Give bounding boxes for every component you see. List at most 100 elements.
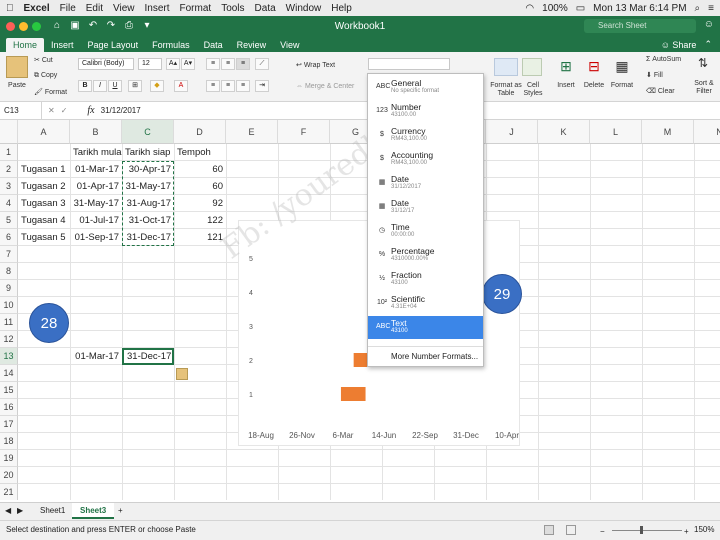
number-format-item-text[interactable]: ABC Text 43100 (368, 316, 483, 339)
underline-button[interactable]: U (108, 80, 122, 92)
cell-d5[interactable]: 122 (174, 212, 226, 229)
zoom-slider-thumb[interactable] (640, 526, 643, 534)
borders-icon[interactable]: ⊞ (128, 80, 142, 92)
zoom-slider[interactable] (612, 530, 682, 531)
cell-a6[interactable]: Tugasan 5 (18, 229, 70, 246)
align-middle-icon[interactable]: ≡ (221, 58, 235, 70)
align-center-icon[interactable]: ≡ (221, 80, 235, 92)
battery-icon[interactable]: ▭ (576, 3, 585, 14)
row-header-15[interactable]: 15 (0, 382, 18, 399)
insert-cells-button[interactable]: Insert (554, 82, 578, 89)
column-header-k[interactable]: K (538, 120, 590, 144)
bold-button[interactable]: B (78, 80, 92, 92)
add-sheet-button[interactable]: + (110, 503, 131, 519)
spotlight-icon[interactable]: ⌕ (695, 3, 701, 14)
tab-review[interactable]: Review (230, 38, 274, 52)
customize-toolbar-icon[interactable]: ▾ (141, 20, 153, 32)
cell-b13[interactable]: 01-Mar-17 (70, 348, 122, 365)
row-header-1[interactable]: 1 (0, 144, 18, 161)
gantt-bar-1[interactable] (340, 387, 366, 401)
row-header-14[interactable]: 14 (0, 365, 18, 382)
name-box[interactable]: C13 (0, 102, 42, 119)
paste-options-icon[interactable] (176, 368, 188, 380)
align-left-icon[interactable]: ≡ (206, 80, 220, 92)
cell-b6[interactable]: 01-Sep-17 (70, 229, 122, 246)
tab-page-layout[interactable]: Page Layout (81, 38, 146, 52)
row-header-3[interactable]: 3 (0, 178, 18, 195)
sort-filter-icon[interactable]: ⇅ (694, 56, 712, 72)
enter-icon[interactable]: ✓ (61, 106, 68, 115)
row-header-17[interactable]: 17 (0, 416, 18, 433)
cell-a4[interactable]: Tugasan 3 (18, 195, 70, 212)
row-header-5[interactable]: 5 (0, 212, 18, 229)
format-cells-button[interactable]: Format (608, 82, 636, 89)
merge-center-button[interactable]: ⇔ Merge & Center (296, 83, 354, 90)
tab-home[interactable]: Home (6, 38, 45, 52)
zoom-window-button[interactable] (32, 21, 41, 31)
share-button[interactable]: ☺ Share (661, 40, 697, 52)
home-icon[interactable]: ⌂ (51, 20, 63, 32)
column-header-a[interactable]: A (18, 120, 70, 144)
cell-d2[interactable]: 60 (174, 161, 226, 178)
column-header-m[interactable]: M (642, 120, 694, 144)
menu-view[interactable]: View (113, 3, 135, 14)
cell-c1[interactable]: Tarikh siap (122, 144, 174, 161)
zoom-out-icon[interactable]: − (600, 523, 605, 540)
row-header-16[interactable]: 16 (0, 399, 18, 416)
indent-icon[interactable]: ⇥ (255, 80, 269, 92)
menu-insert[interactable]: Insert (145, 3, 170, 14)
number-format-dropdown[interactable] (368, 58, 450, 70)
delete-cells-button[interactable]: Delete (582, 82, 606, 89)
row-header-12[interactable]: 12 (0, 331, 18, 348)
menu-data[interactable]: Data (255, 3, 276, 14)
collapse-ribbon-icon[interactable]: ⌃ (704, 39, 712, 52)
italic-button[interactable]: I (93, 80, 107, 92)
cut-button[interactable]: ✂ Cut (34, 56, 53, 64)
align-bottom-icon[interactable]: ≡ (236, 58, 250, 70)
insert-cells-icon[interactable]: ⊞ (556, 58, 576, 76)
menu-help[interactable]: Help (331, 3, 352, 14)
next-sheet-icon[interactable]: ▶ (14, 503, 26, 519)
fill-button[interactable]: ⬇ Fill (646, 71, 663, 79)
tab-insert[interactable]: Insert (44, 38, 81, 52)
clear-button[interactable]: ⌫ Clear (646, 87, 675, 95)
cell-b4[interactable]: 31-May-17 (70, 195, 122, 212)
cell-a2[interactable]: Tugasan 1 (18, 161, 70, 178)
menu-format[interactable]: Format (180, 3, 212, 14)
menubar-clock[interactable]: Mon 13 Mar 6:14 PM (593, 3, 686, 14)
row-header-10[interactable]: 10 (0, 297, 18, 314)
prev-sheet-icon[interactable]: ◀ (2, 503, 14, 519)
row-header-6[interactable]: 6 (0, 229, 18, 246)
column-header-d[interactable]: D (174, 120, 226, 144)
sheet-tab-sheet1[interactable]: Sheet1 (32, 503, 73, 519)
decrease-font-icon[interactable]: A▾ (181, 58, 195, 70)
paste-icon[interactable] (6, 56, 28, 78)
row-header-13[interactable]: 13 (0, 348, 18, 365)
number-format-item-fraction[interactable]: ½ Fraction 43100 (368, 268, 483, 291)
sheet-tab-sheet3[interactable]: Sheet3 (72, 503, 115, 519)
redo-icon[interactable]: ↷ (105, 20, 117, 32)
user-icon[interactable]: ☺ (704, 19, 714, 30)
column-header-n[interactable]: N (694, 120, 720, 144)
cell-b3[interactable]: 01-Apr-17 (70, 178, 122, 195)
undo-icon[interactable]: ↶ (87, 20, 99, 32)
cancel-icon[interactable]: ✕ (48, 106, 55, 115)
copy-button[interactable]: ⧉ Copy (34, 72, 57, 80)
font-color-icon[interactable]: A (174, 80, 188, 92)
menu-list-icon[interactable]: ≡ (708, 3, 714, 14)
number-format-item-general[interactable]: ABC General No specific format (368, 76, 483, 99)
menu-window[interactable]: Window (286, 3, 322, 14)
print-icon[interactable]: ⎙ (123, 20, 135, 32)
cell-d4[interactable]: 92 (174, 195, 226, 212)
orientation-icon[interactable]: ⟋ (255, 58, 269, 70)
menu-file[interactable]: File (60, 3, 76, 14)
number-format-item-accounting[interactable]: $ Accounting RM43,100.00 (368, 148, 483, 171)
close-window-button[interactable] (6, 21, 15, 31)
number-format-item-time[interactable]: ◷ Time 00:00:00 (368, 220, 483, 243)
number-format-item-scientific[interactable]: 10² Scientific 4.31E+04 (368, 292, 483, 315)
fill-color-icon[interactable]: ◆ (150, 80, 164, 92)
cell-b5[interactable]: 01-Jul-17 (70, 212, 122, 229)
column-header-l[interactable]: L (590, 120, 642, 144)
number-format-item-date[interactable]: ▦ Date 31/12/2017 (368, 172, 483, 195)
font-name-dropdown[interactable]: Calibri (Body) (78, 58, 134, 70)
